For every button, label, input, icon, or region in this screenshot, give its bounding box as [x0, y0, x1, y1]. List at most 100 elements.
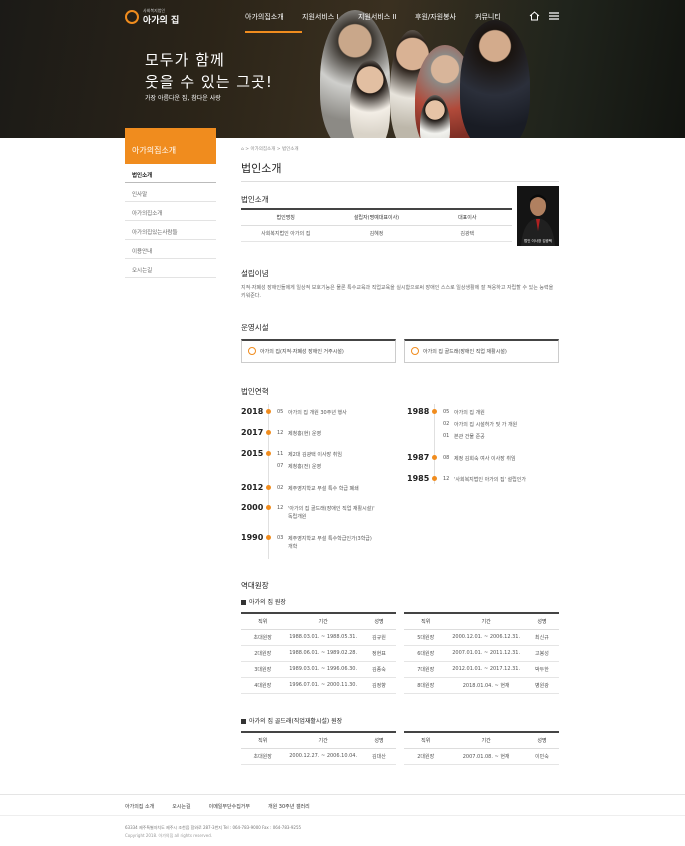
- table-row: 6대원장 2007.01.01. ~ 2011.12.31. 고봉성: [404, 645, 559, 662]
- logo-subtitle: 사회복지법인: [143, 8, 166, 13]
- timeline-month: 03: [277, 535, 284, 541]
- main-menu: 아가의집소개 지원서비스 I 지원서비스 II 후원/자원봉사 커뮤니티: [245, 12, 515, 33]
- hero-photo-figure: [460, 20, 530, 138]
- timeline-year: 2000: [241, 503, 264, 512]
- timeline-text: 제정 김희숙 여사 이사장 취임: [454, 456, 516, 462]
- table-header: 기간: [447, 613, 525, 630]
- sidebar-item-greeting[interactable]: 인사말: [125, 183, 216, 202]
- timeline-text: '아가의 집 골드래(장애인 직업 재활시설)': [288, 506, 375, 512]
- footer: 아가의집 소개 오시는길 이메일무단수집거부 개원 30주년 갤러리 63334…: [0, 794, 685, 846]
- table-header: 성명: [361, 613, 396, 630]
- table-cell: 7대원장: [404, 661, 448, 678]
- intro-cell: 사회복지법인 아가의 집: [241, 225, 331, 242]
- timeline-text: 제청홍(전) 운영: [288, 464, 322, 470]
- timeline-year: 1988: [407, 407, 430, 416]
- sidebar-item-people[interactable]: 아가의집있는사람들: [125, 221, 216, 240]
- sidebar-item-guide[interactable]: 이용안내: [125, 240, 216, 259]
- intro-cell: 김광택: [422, 225, 512, 242]
- table-cell: 6대원장: [404, 645, 448, 662]
- table-header: 직위: [241, 732, 285, 749]
- timeline-month: 11: [277, 451, 284, 457]
- footer-copyright: Copyright 2018. 아가의집 all rights reserved…: [125, 833, 213, 838]
- timeline-year: 2015: [241, 449, 264, 458]
- table-cell: 김정향: [361, 677, 396, 694]
- table-cell: 2012.01.01. ~ 2017.12.31.: [447, 661, 525, 678]
- subheading-directors: 아가의 집 원장: [241, 597, 286, 606]
- hero-slogan-line1: 모두가 함께: [145, 51, 225, 69]
- section-heading-intro: 법인소개: [241, 195, 269, 204]
- subheading-label: 아가의 집 골드래(직업재활시설) 원장: [249, 718, 343, 725]
- sidebar-item-corporation[interactable]: 법인소개: [125, 164, 216, 183]
- table-cell: 1996.07.01. ~ 2000.11.30.: [284, 677, 362, 694]
- timeline-month: 12: [277, 505, 284, 511]
- sidebar-item-about[interactable]: 아가의집소개: [125, 202, 216, 221]
- home-icon[interactable]: [529, 11, 540, 21]
- logo[interactable]: 사회복지법인 아가의 집: [125, 8, 179, 26]
- timeline-month: 07: [277, 463, 284, 469]
- section-heading-directors: 역대원장: [241, 581, 269, 590]
- section-heading-history: 법인연혁: [241, 387, 269, 396]
- facility-label: 아가의 집(지적·자폐성 장애인 거주시설): [260, 349, 344, 355]
- timeline-dot: [432, 476, 437, 481]
- timeline-text: 제주영지학교 부설 특수 학급 폐쇄: [288, 486, 359, 492]
- table-cell: 5대원장: [404, 629, 448, 646]
- hero-slogan-line2: 웃을 수 있는 그곳!: [145, 73, 273, 91]
- timeline-line: [434, 404, 435, 484]
- table-cell: 2018.01.04. ~ 현재: [447, 677, 525, 694]
- footer-link-email-policy[interactable]: 이메일무단수집거부: [209, 803, 250, 810]
- menu-item-service1[interactable]: 지원서비스 I: [302, 12, 358, 22]
- table-cell: 2000.12.27. ~ 2006.10.04.: [284, 748, 362, 765]
- footer-link-directions[interactable]: 오시는길: [172, 803, 190, 810]
- footer-divider: [0, 815, 685, 816]
- subheading-vocational-directors: 아가의 집 골드래(직업재활시설) 원장: [241, 716, 342, 725]
- table-header: 기간: [284, 732, 362, 749]
- table-header: 직위: [404, 613, 448, 630]
- table-cell: 이민숙: [524, 748, 559, 765]
- timeline-year: 1987: [407, 453, 430, 462]
- intro-header: 대표이사: [422, 209, 512, 226]
- logo-mark-icon: [125, 10, 139, 24]
- timeline-dot: [266, 485, 271, 490]
- vocational-table-left: 직위 기간 성명 초대원장 2000.12.27. ~ 2006.10.04. 김대…: [241, 731, 396, 765]
- timeline-month: 08: [443, 455, 450, 461]
- circle-icon: [411, 347, 419, 355]
- timeline-year: 2012: [241, 483, 264, 492]
- table-row: 3대원장 1989.03.01. ~ 1996.06.30. 김종숙: [241, 661, 396, 678]
- table-cell: 병원광: [524, 677, 559, 694]
- table-row: 7대원장 2012.01.01. ~ 2017.12.31. 박두한: [404, 661, 559, 678]
- timeline-text: 독립개원: [288, 514, 307, 520]
- timeline-year: 2018: [241, 407, 264, 416]
- table-cell: 8대원장: [404, 677, 448, 694]
- timeline-text: 개학: [288, 544, 298, 550]
- timeline-month: 01: [443, 433, 450, 439]
- facility-link-vocational[interactable]: 아가의 집 골드래(장애인 직업 재활시설): [404, 339, 559, 363]
- table-header: 기간: [284, 613, 362, 630]
- footer-link-gallery[interactable]: 개원 30주년 갤러리: [268, 803, 310, 810]
- chairman-portrait: [517, 186, 559, 246]
- timeline-dot: [432, 455, 437, 460]
- menu-item-community[interactable]: 커뮤니티: [475, 12, 515, 22]
- hero-header: 사회복지법인 아가의 집 아가의집소개 지원서비스 I 지원서비스 II 후원/…: [0, 0, 685, 138]
- table-cell: 초대원장: [241, 629, 285, 646]
- menu-item-about[interactable]: 아가의집소개: [245, 12, 302, 33]
- footer-link-about[interactable]: 아가의집 소개: [125, 803, 154, 810]
- facility-link-residence[interactable]: 아가의 집(지적·자폐성 장애인 거주시설): [241, 339, 396, 363]
- menu-hamburger-icon[interactable]: [549, 12, 559, 20]
- directors-table-left: 직위 기간 성명 초대원장 1988.03.01. ~ 1988.05.31. 김규…: [241, 612, 396, 694]
- menu-item-support[interactable]: 후원/자원봉사: [415, 12, 475, 22]
- table-row: 8대원장 2018.01.04. ~ 현재 병원광: [404, 677, 559, 694]
- timeline-dot: [266, 505, 271, 510]
- circle-icon: [248, 347, 256, 355]
- timeline-year: 2017: [241, 428, 264, 437]
- table-header: 성명: [524, 732, 559, 749]
- vocational-table-right: 직위 기간 성명 2대원장 2007.01.08. ~ 현재 이민숙: [404, 731, 559, 765]
- menu-item-service2[interactable]: 지원서비스 II: [358, 12, 415, 22]
- table-row: 초대원장 1988.03.01. ~ 1988.05.31. 김규원: [241, 629, 396, 646]
- table-cell: 최신규: [524, 629, 559, 646]
- sidebar: 아가의집소개 법인소개 인사말 아가의집소개 아가의집있는사람들 이용안내 오시…: [125, 128, 216, 278]
- table-cell: 4대원장: [241, 677, 285, 694]
- sidebar-item-directions[interactable]: 오시는길: [125, 259, 216, 278]
- timeline-text: 아가의 집 개원: [454, 410, 485, 416]
- timeline-month: 05: [277, 409, 284, 415]
- table-cell: 1989.03.01. ~ 1996.06.30.: [284, 661, 362, 678]
